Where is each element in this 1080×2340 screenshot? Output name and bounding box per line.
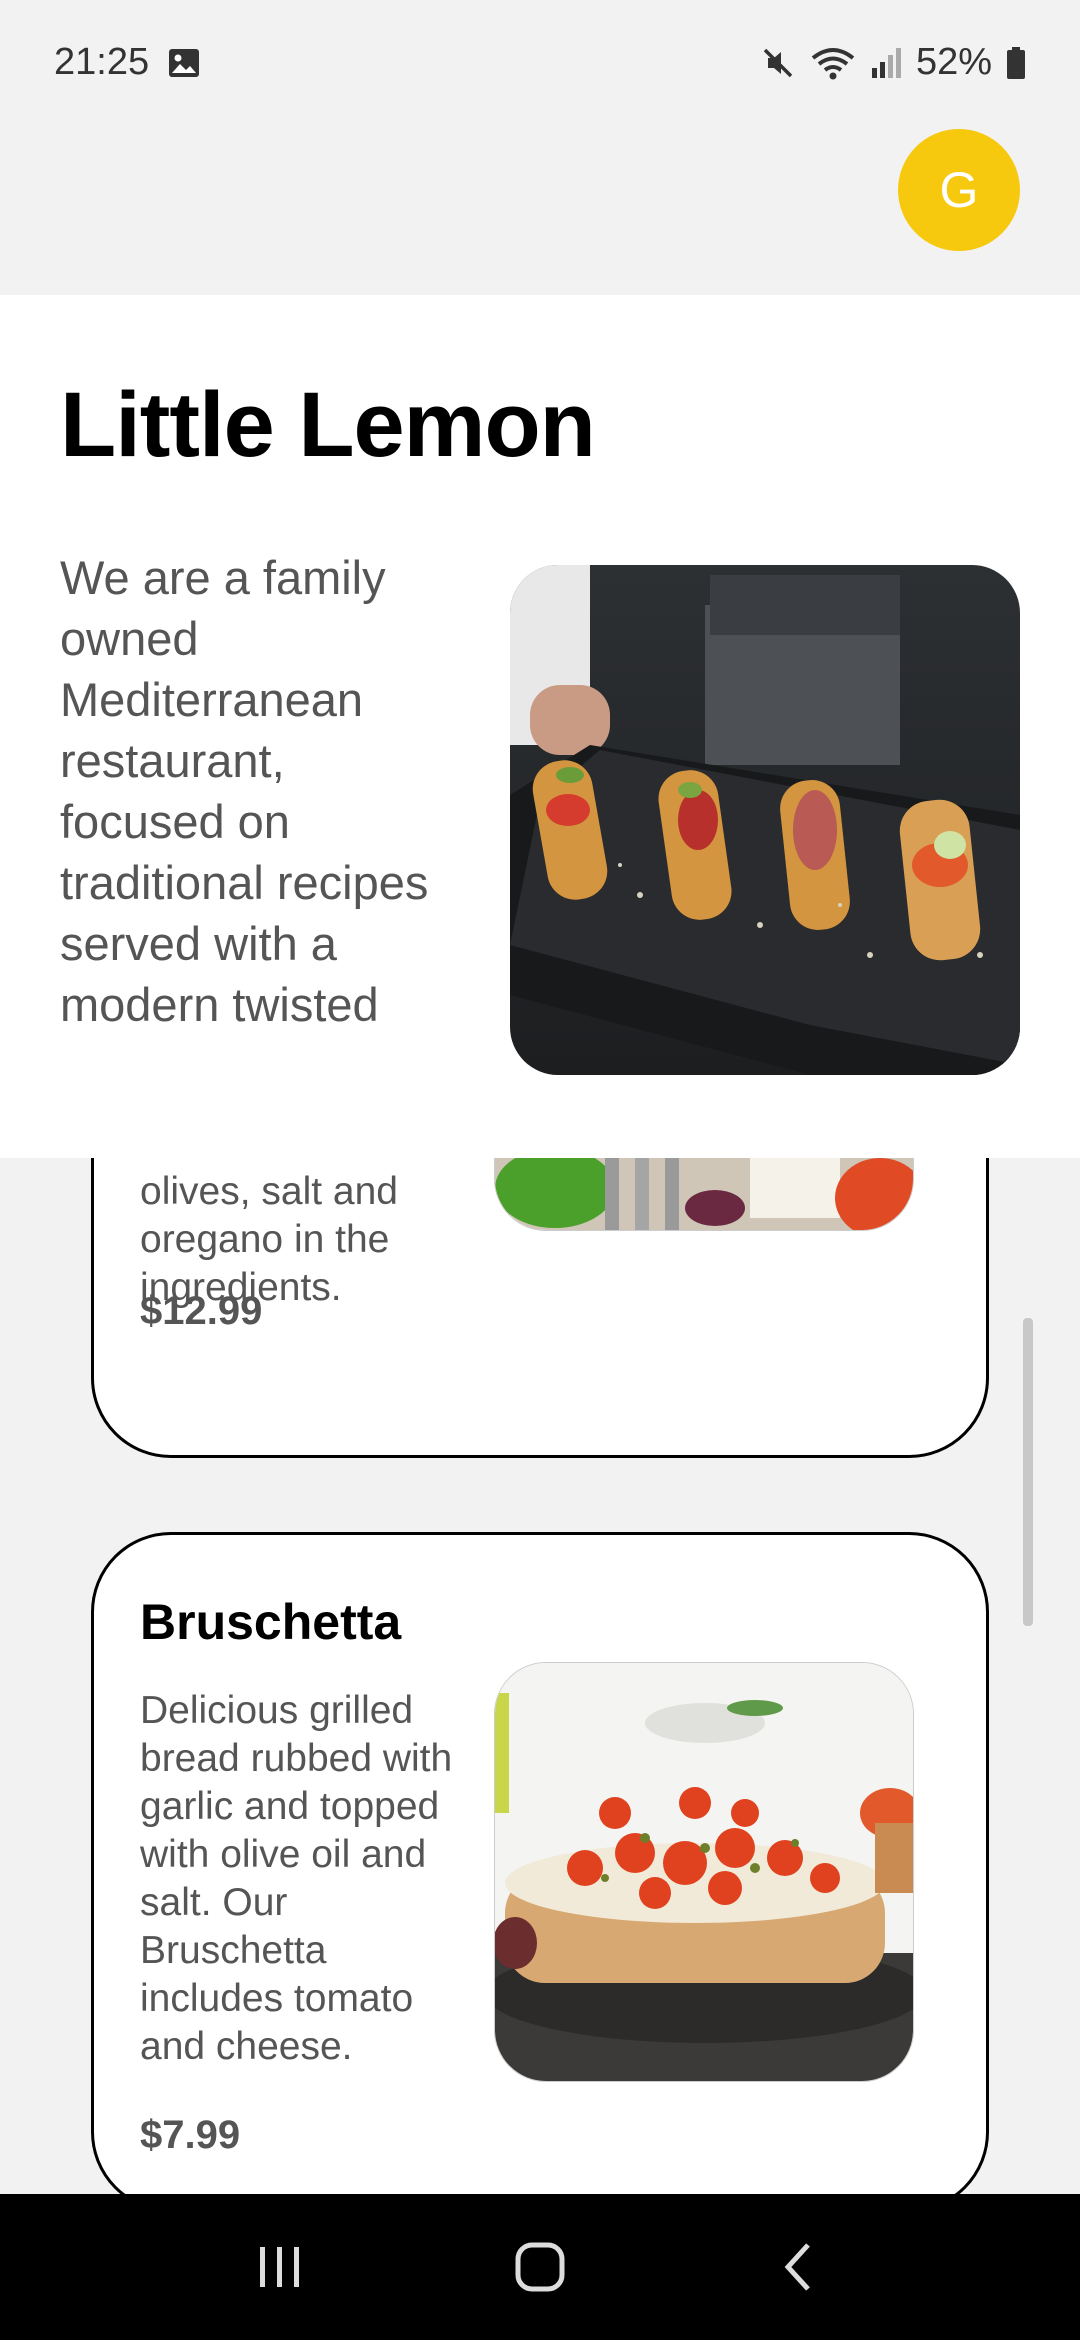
hero-section: Little Lemon We are a family owned Medit…	[0, 295, 1080, 1158]
menu-item-card[interactable]: Bruschetta Delicious grilled bread rubbe…	[91, 1532, 989, 2194]
mute-icon	[760, 45, 796, 81]
hero-description: We are a family owned Mediterranean rest…	[60, 551, 429, 1031]
menu-item-image	[494, 1158, 914, 1231]
menu-item-price: $12.99	[140, 1289, 263, 1333]
menu-list[interactable]: olives, salt and oregano in the ingredie…	[0, 1158, 1080, 2194]
status-bar: 21:25 52%	[0, 0, 1080, 125]
hero-image	[510, 565, 1020, 1075]
avatar-initial: G	[939, 162, 979, 218]
status-time: 21:25	[54, 41, 150, 83]
gallery-icon	[167, 46, 201, 80]
recents-icon[interactable]	[220, 2217, 340, 2317]
page-title: Little Lemon	[60, 374, 596, 476]
signal-icon	[870, 46, 902, 80]
scrollbar[interactable]	[1023, 1318, 1033, 1626]
menu-item-image	[494, 1662, 914, 2082]
menu-item-description: Delicious grilled bread rubbed with garl…	[140, 1689, 453, 2068]
menu-item-card[interactable]: olives, salt and oregano in the ingredie…	[91, 1158, 989, 1458]
system-nav-bar	[0, 2194, 1080, 2340]
home-icon[interactable]	[480, 2217, 600, 2317]
app-top-bar: G	[0, 125, 1080, 295]
menu-item-title: Bruschetta	[140, 1594, 402, 1650]
battery-percent: 52%	[915, 41, 992, 83]
back-icon[interactable]	[740, 2217, 860, 2317]
profile-avatar[interactable]: G	[898, 129, 1020, 251]
wifi-icon	[810, 45, 856, 81]
battery-icon	[1006, 46, 1026, 80]
menu-item-price: $7.99	[140, 2113, 241, 2157]
